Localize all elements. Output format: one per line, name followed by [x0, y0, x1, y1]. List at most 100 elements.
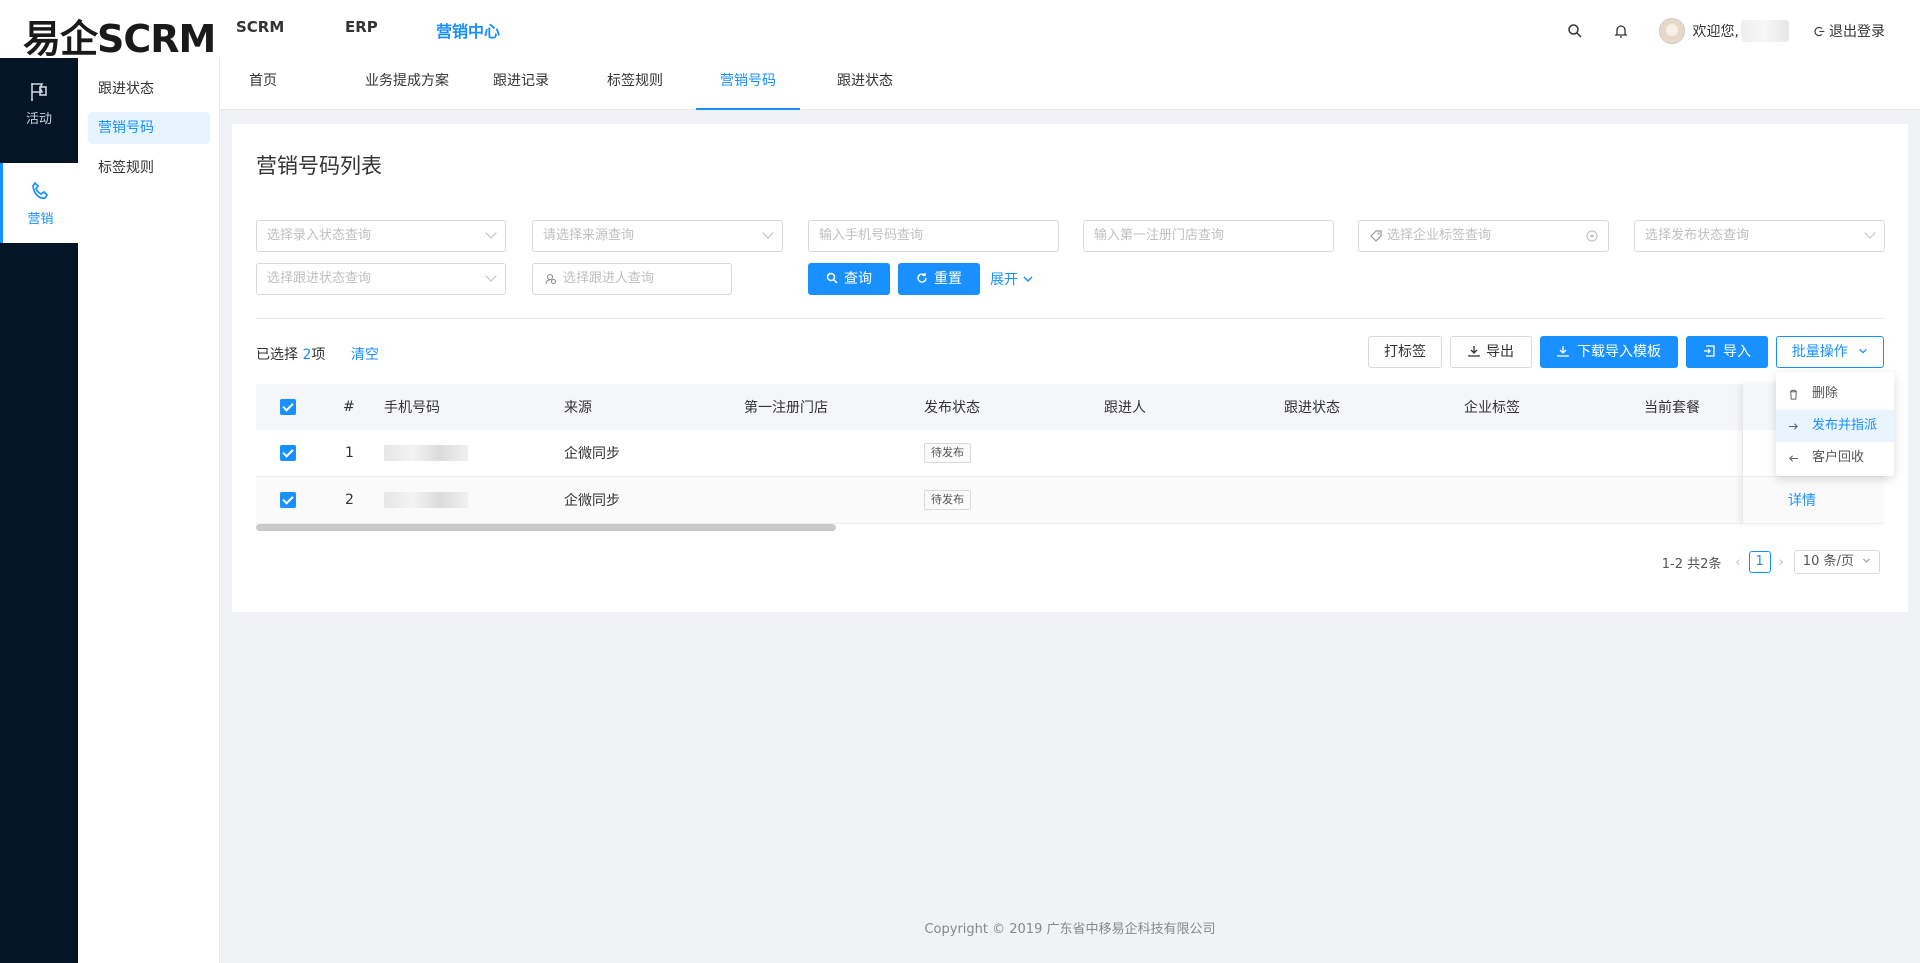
reset-button[interactable]: 重置: [898, 263, 980, 295]
tab-home[interactable]: 首页: [244, 58, 282, 110]
clear-circle-icon[interactable]: [1586, 230, 1598, 242]
submenu-item-marketing-numbers[interactable]: 营销号码: [88, 112, 210, 144]
chevron-down-icon: [762, 227, 774, 239]
tab-bar: 首页 业务提成方案 跟进记录 标签规则 营销号码 跟进状态: [220, 58, 1920, 110]
follow-status-select[interactable]: 选择跟进状态查询: [256, 263, 506, 295]
entry-status-select[interactable]: 选择录入状态查询: [256, 220, 506, 252]
user-area: 欢迎您, 退出登录: [1567, 18, 1885, 44]
refresh-icon: [917, 273, 927, 283]
tab-follow-status[interactable]: 跟进状态: [832, 58, 898, 110]
follower-select[interactable]: 选择跟进人查询: [532, 263, 732, 295]
select-all-checkbox[interactable]: [280, 384, 296, 430]
rail-item-activity[interactable]: 活动: [0, 58, 78, 148]
page-size-select[interactable]: 10 条/页: [1793, 550, 1880, 574]
checkbox-checked-icon: [280, 399, 296, 415]
col-company-tag: 企业标签: [1464, 400, 1520, 416]
row-index: 1: [345, 445, 354, 461]
company-tag-select[interactable]: 选择企业标签查询: [1358, 220, 1609, 252]
avatar[interactable]: [1658, 18, 1685, 44]
source-select[interactable]: 请选择来源查询: [532, 220, 783, 252]
next-page-icon[interactable]: ›: [1779, 555, 1784, 570]
entry-status-placeholder: 选择录入状态查询: [267, 228, 372, 243]
batch-operations-button[interactable]: 批量操作: [1776, 336, 1884, 368]
publish-status-select[interactable]: 选择发布状态查询: [1634, 220, 1885, 252]
col-follow-status: 跟进状态: [1284, 400, 1340, 416]
tag-icon: [1370, 230, 1382, 242]
tab-follow-records[interactable]: 跟进记录: [488, 58, 554, 110]
download-template-button[interactable]: 下载导入模板: [1540, 336, 1678, 368]
status-badge: 待发布: [924, 443, 971, 463]
menu-item-publish-assign[interactable]: 发布并指派: [1776, 410, 1894, 442]
download-icon: [1468, 346, 1480, 357]
row-index: 2: [345, 492, 354, 508]
chevron-down-icon: [1864, 227, 1876, 239]
menu-item-delete[interactable]: 删除: [1776, 378, 1894, 410]
follow-status-placeholder: 选择跟进状态查询: [267, 271, 372, 286]
rail-label-activity: 活动: [25, 112, 52, 127]
pagination: 1-2 共2条 ‹ 1 › 10 条/页: [1662, 550, 1880, 574]
query-button[interactable]: 查询: [808, 263, 890, 295]
selected-prefix: 已选择: [256, 347, 298, 363]
side-submenu: 跟进状态 营销号码 标签规则: [78, 58, 220, 963]
company-tag-placeholder: 选择企业标签查询: [1387, 228, 1492, 243]
tab-commission-plan[interactable]: 业务提成方案: [348, 58, 466, 110]
export-button-label: 导出: [1486, 344, 1514, 360]
tab-tag-rules[interactable]: 标签规则: [602, 58, 668, 110]
col-first-store: 第一注册门店: [744, 400, 828, 416]
nav-scrm[interactable]: SCRM: [236, 18, 345, 42]
row-checkbox[interactable]: [280, 430, 296, 476]
import-button[interactable]: 导入: [1686, 336, 1768, 368]
phone-input[interactable]: 输入手机号码查询: [808, 220, 1059, 252]
logout-button[interactable]: 退出登录: [1813, 21, 1885, 41]
import-button-label: 导入: [1723, 344, 1751, 360]
top-nav: SCRM ERP 营销中心: [236, 18, 500, 42]
chevron-down-icon: [1863, 558, 1870, 563]
col-follower: 跟进人: [1104, 400, 1146, 416]
chevron-down-icon: [1859, 348, 1867, 354]
username-blurred: [1741, 20, 1789, 42]
row-phone-blurred: [384, 430, 468, 476]
expand-label: 展开: [990, 272, 1018, 288]
page-1-button[interactable]: 1: [1748, 551, 1771, 573]
source-placeholder: 请选择来源查询: [543, 228, 635, 243]
checkbox-checked-icon: [280, 445, 296, 461]
chevron-down-icon: [485, 270, 497, 282]
search-icon[interactable]: [1567, 23, 1583, 39]
logout-label: 退出登录: [1829, 24, 1885, 40]
tab-marketing-numbers[interactable]: 营销号码: [696, 58, 800, 110]
horizontal-scrollbar[interactable]: [256, 524, 836, 531]
submenu-item-follow-status[interactable]: 跟进状态: [88, 73, 210, 105]
menu-item-recycle-customer[interactable]: 客户回收: [1776, 442, 1894, 474]
expand-link[interactable]: 展开: [990, 269, 1034, 289]
arrow-left-icon: [1789, 455, 1799, 462]
tag-button[interactable]: 打标签: [1368, 336, 1442, 368]
prev-page-icon[interactable]: ‹: [1735, 555, 1740, 570]
flag-icon: [31, 83, 47, 101]
filter-divider: [256, 318, 1884, 319]
download-icon: [1557, 346, 1569, 357]
query-button-label: 查询: [844, 271, 872, 287]
nav-erp[interactable]: ERP: [345, 18, 436, 42]
table-row[interactable]: 1 企微同步 待发布: [256, 430, 1884, 477]
search-icon: [826, 272, 838, 284]
arrow-right-icon: [1788, 423, 1798, 430]
row-publish-status: 待发布: [924, 430, 971, 476]
first-store-input[interactable]: 输入第一注册门店查询: [1083, 220, 1334, 252]
nav-marketing-center[interactable]: 营销中心: [436, 18, 500, 42]
chevron-down-icon: [1023, 276, 1033, 283]
row-source: 企微同步: [564, 493, 620, 509]
app-logo[interactable]: 易企SCRM: [23, 8, 216, 63]
col-publish-status: 发布状态: [924, 400, 980, 416]
download-template-label: 下载导入模板: [1577, 344, 1661, 360]
col-current-package: 当前套餐: [1644, 400, 1700, 416]
chevron-down-icon: [485, 227, 497, 239]
rail-item-marketing[interactable]: 营销: [0, 163, 78, 243]
submenu-item-tag-rules[interactable]: 标签规则: [88, 152, 210, 184]
clear-selection-link[interactable]: 清空: [351, 344, 379, 364]
bell-icon[interactable]: [1613, 23, 1629, 39]
table-row[interactable]: 2 企微同步 待发布 详情: [256, 477, 1884, 524]
row-checkbox[interactable]: [280, 477, 296, 523]
follower-placeholder: 选择跟进人查询: [563, 271, 655, 286]
export-button[interactable]: 导出: [1450, 336, 1532, 368]
row-phone-blurred: [384, 477, 468, 523]
